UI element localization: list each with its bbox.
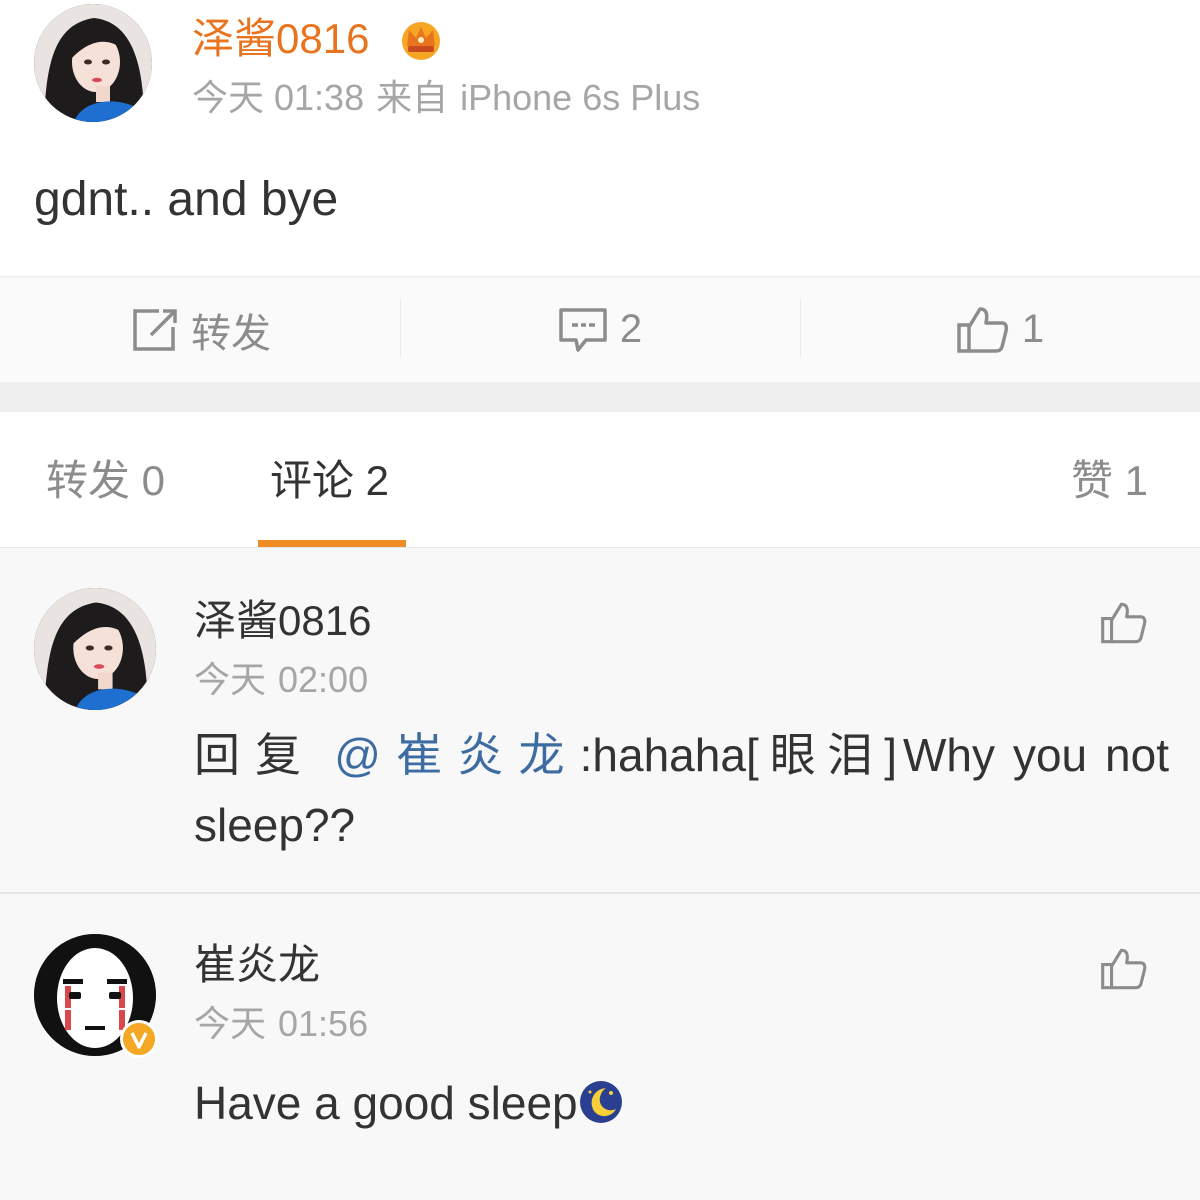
commenter-name[interactable]: 崔炎龙 (194, 940, 320, 990)
like-button[interactable]: 1 (800, 277, 1200, 382)
emoticon-text: [眼泪] (745, 729, 903, 781)
comment-day: 今天 (194, 1003, 267, 1044)
moon-sleep-emoji-icon (579, 1081, 622, 1123)
comment-text: Have a good sleep (194, 1068, 1169, 1138)
post-text: gdnt.. and bye (34, 173, 339, 226)
like-count: 1 (1021, 307, 1045, 351)
comment-time: 今天 02:00 (194, 658, 380, 702)
post-action-bar: 转发 2 1 (0, 276, 1200, 382)
comment-item: 泽酱0816 今天 02:00 回复 @崔炎龙:hahaha[眼泪]Why you… (0, 548, 1200, 894)
commenter-name[interactable]: 泽酱0816 (194, 596, 371, 646)
comment-text: 回复 @崔炎龙:hahaha[眼泪]Why you not sleep?? (194, 720, 1169, 860)
comment-clock: 02:00 (278, 659, 369, 700)
active-tab-indicator (258, 540, 406, 547)
comment-item: 崔炎龙 今天 01:56 Have a good sleep (0, 896, 1200, 1200)
author-avatar[interactable] (34, 4, 152, 122)
repost-label: 转发 (191, 311, 271, 356)
source-prefix: 来自 (376, 77, 449, 118)
tab-comments[interactable]: 评论 2 (270, 456, 389, 506)
tab-reposts[interactable]: 转发 0 (46, 456, 165, 506)
verified-badge-icon (120, 1020, 158, 1058)
commenter-avatar[interactable] (34, 588, 156, 710)
author-name[interactable]: 泽酱0816 (192, 14, 369, 64)
repost-button[interactable]: 转发 (0, 277, 400, 382)
comment-button[interactable]: 2 (400, 277, 800, 382)
crown-icon (402, 22, 440, 60)
reply-prefix: 回复 (194, 729, 317, 781)
comment-time: 今天 01:56 (194, 1002, 380, 1046)
comment-count: 2 (619, 307, 643, 351)
repost-icon (133, 308, 177, 351)
comment-icon (559, 307, 607, 352)
post-meta: 今天 01:38 来自 iPhone 6s Plus (192, 76, 712, 120)
comment-like-icon[interactable] (1100, 946, 1148, 992)
weibo-post: 泽酱0816 今天 01:38 来自 iPhone 6s Plus gdnt.. a… (0, 0, 1200, 276)
post-time: 今天 01:38 (192, 77, 365, 118)
comment-day: 今天 (194, 659, 267, 700)
mention-link[interactable]: @崔炎龙 (334, 729, 579, 781)
detail-tabs: 转发 0 评论 2 赞 1 (0, 412, 1200, 548)
comment-list: 泽酱0816 今天 02:00 回复 @崔炎龙:hahaha[眼泪]Why you… (0, 548, 1200, 1200)
source-device: iPhone 6s Plus (460, 77, 701, 118)
comment-clock: 01:56 (278, 1003, 369, 1044)
thumbs-up-icon (957, 306, 1008, 353)
tab-likes[interactable]: 赞 1 (1071, 456, 1148, 506)
comment-like-icon[interactable] (1100, 600, 1148, 646)
section-divider (0, 382, 1200, 412)
comment-text-content: Have a good sleep (194, 1077, 578, 1129)
comment-text-part1: :hahaha (579, 729, 746, 781)
